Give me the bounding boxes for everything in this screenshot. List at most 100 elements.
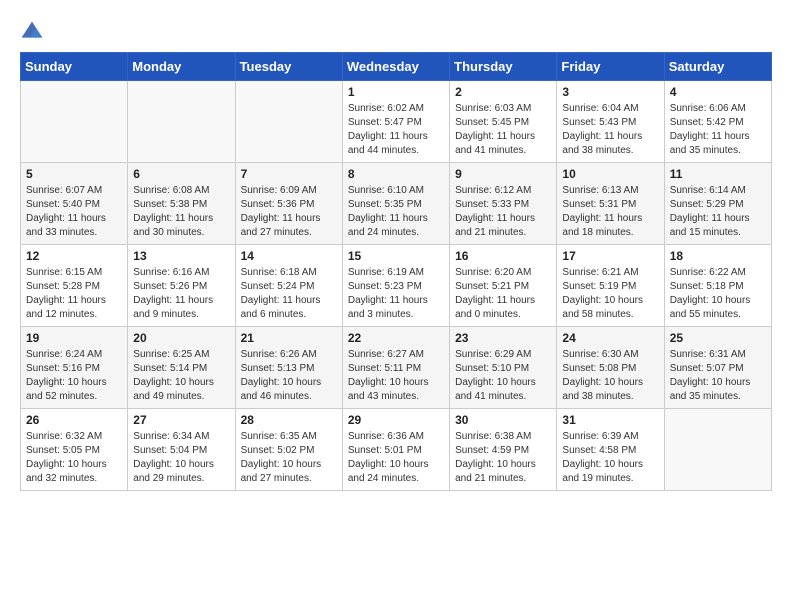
calendar-week-row: 26 Sunrise: 6:32 AM Sunset: 5:05 PM Dayli… [21, 409, 772, 491]
calendar-cell: 12 Sunrise: 6:15 AM Sunset: 5:28 PM Dayli… [21, 245, 128, 327]
day-info: Sunrise: 6:38 AM Sunset: 4:59 PM Dayligh… [455, 430, 551, 486]
weekday-header: Saturday [664, 53, 771, 81]
calendar-cell: 23Sunrise: 6:29 AM Sunset: 5:10 PM Dayli… [450, 327, 557, 409]
day-info: Sunrise: 6:39 AM Sunset: 4:58 PM Dayligh… [562, 430, 658, 486]
logo-icon [20, 20, 44, 44]
day-number: 20 [133, 331, 229, 345]
calendar-week-row: 5 Sunrise: 6:07 AM Sunset: 5:40 PM Daylig… [21, 163, 772, 245]
day-number: 29 [348, 413, 444, 427]
day-number: 19 [26, 331, 122, 345]
weekday-header: Thursday [450, 53, 557, 81]
calendar-cell [21, 81, 128, 163]
day-number: 4 [670, 85, 766, 99]
calendar-week-row: 1Sunrise: 6:02 AM Sunset: 5:47 PM Daylig… [21, 81, 772, 163]
calendar-cell: 20 Sunrise: 6:25 AM Sunset: 5:14 PM Dayli… [128, 327, 235, 409]
calendar-cell [664, 409, 771, 491]
day-number: 1 [348, 85, 444, 99]
calendar-cell: 10 Sunrise: 6:13 AM Sunset: 5:31 PM Dayli… [557, 163, 664, 245]
day-info: Sunrise: 6:26 AM Sunset: 5:13 PM Dayligh… [241, 348, 337, 404]
day-info: Sunrise: 6:22 AM Sunset: 5:18 PM Dayligh… [670, 266, 766, 322]
day-number: 31 [562, 413, 658, 427]
calendar-cell: 17 Sunrise: 6:21 AM Sunset: 5:19 PM Dayli… [557, 245, 664, 327]
calendar-cell: 6Sunrise: 6:08 AM Sunset: 5:38 PM Daylig… [128, 163, 235, 245]
day-number: 10 [562, 167, 658, 181]
calendar-header-row: SundayMondayTuesdayWednesdayThursdayFrid… [21, 53, 772, 81]
calendar-week-row: 19 Sunrise: 6:24 AM Sunset: 5:16 PM Dayli… [21, 327, 772, 409]
calendar-cell: 13 Sunrise: 6:16 AM Sunset: 5:26 PM Dayli… [128, 245, 235, 327]
calendar-cell: 31 Sunrise: 6:39 AM Sunset: 4:58 PM Dayli… [557, 409, 664, 491]
day-number: 14 [241, 249, 337, 263]
day-number: 18 [670, 249, 766, 263]
day-info: Sunrise: 6:27 AM Sunset: 5:11 PM Dayligh… [348, 348, 444, 404]
day-info: Sunrise: 6:32 AM Sunset: 5:05 PM Dayligh… [26, 430, 122, 486]
logo [20, 20, 48, 44]
weekday-header: Tuesday [235, 53, 342, 81]
day-number: 27 [133, 413, 229, 427]
day-info: Sunrise: 6:14 AM Sunset: 5:29 PM Dayligh… [670, 184, 766, 240]
day-info: Sunrise: 6:25 AM Sunset: 5:14 PM Dayligh… [133, 348, 229, 404]
calendar-cell: 4 Sunrise: 6:06 AM Sunset: 5:42 PM Daylig… [664, 81, 771, 163]
day-number: 8 [348, 167, 444, 181]
calendar-cell: 1Sunrise: 6:02 AM Sunset: 5:47 PM Daylig… [342, 81, 449, 163]
calendar-cell: 11 Sunrise: 6:14 AM Sunset: 5:29 PM Dayli… [664, 163, 771, 245]
day-number: 13 [133, 249, 229, 263]
calendar-cell: 7Sunrise: 6:09 AM Sunset: 5:36 PM Daylig… [235, 163, 342, 245]
weekday-header: Sunday [21, 53, 128, 81]
day-info: Sunrise: 6:31 AM Sunset: 5:07 PM Dayligh… [670, 348, 766, 404]
calendar-cell: 29 Sunrise: 6:36 AM Sunset: 5:01 PM Dayli… [342, 409, 449, 491]
day-info: Sunrise: 6:35 AM Sunset: 5:02 PM Dayligh… [241, 430, 337, 486]
day-number: 7 [241, 167, 337, 181]
calendar-cell [235, 81, 342, 163]
day-info: Sunrise: 6:07 AM Sunset: 5:40 PM Dayligh… [26, 184, 122, 240]
weekday-header: Friday [557, 53, 664, 81]
day-info: Sunrise: 6:24 AM Sunset: 5:16 PM Dayligh… [26, 348, 122, 404]
calendar-cell: 9 Sunrise: 6:12 AM Sunset: 5:33 PM Daylig… [450, 163, 557, 245]
day-info: Sunrise: 6:18 AM Sunset: 5:24 PM Dayligh… [241, 266, 337, 322]
calendar-cell: 24Sunrise: 6:30 AM Sunset: 5:08 PM Dayli… [557, 327, 664, 409]
day-number: 2 [455, 85, 551, 99]
calendar-cell: 22 Sunrise: 6:27 AM Sunset: 5:11 PM Dayli… [342, 327, 449, 409]
day-number: 21 [241, 331, 337, 345]
day-number: 30 [455, 413, 551, 427]
day-info: Sunrise: 6:19 AM Sunset: 5:23 PM Dayligh… [348, 266, 444, 322]
day-info: Sunrise: 6:15 AM Sunset: 5:28 PM Dayligh… [26, 266, 122, 322]
calendar-cell: 8Sunrise: 6:10 AM Sunset: 5:35 PM Daylig… [342, 163, 449, 245]
day-info: Sunrise: 6:13 AM Sunset: 5:31 PM Dayligh… [562, 184, 658, 240]
day-info: Sunrise: 6:16 AM Sunset: 5:26 PM Dayligh… [133, 266, 229, 322]
day-number: 5 [26, 167, 122, 181]
day-number: 23 [455, 331, 551, 345]
calendar-cell: 25Sunrise: 6:31 AM Sunset: 5:07 PM Dayli… [664, 327, 771, 409]
day-info: Sunrise: 6:21 AM Sunset: 5:19 PM Dayligh… [562, 266, 658, 322]
calendar-cell [128, 81, 235, 163]
day-info: Sunrise: 6:03 AM Sunset: 5:45 PM Dayligh… [455, 102, 551, 158]
day-info: Sunrise: 6:06 AM Sunset: 5:42 PM Dayligh… [670, 102, 766, 158]
day-info: Sunrise: 6:08 AM Sunset: 5:38 PM Dayligh… [133, 184, 229, 240]
header [20, 20, 772, 44]
calendar-cell: 2 Sunrise: 6:03 AM Sunset: 5:45 PM Daylig… [450, 81, 557, 163]
day-info: Sunrise: 6:12 AM Sunset: 5:33 PM Dayligh… [455, 184, 551, 240]
day-number: 11 [670, 167, 766, 181]
calendar-cell: 3 Sunrise: 6:04 AM Sunset: 5:43 PM Daylig… [557, 81, 664, 163]
day-number: 15 [348, 249, 444, 263]
calendar-cell: 14 Sunrise: 6:18 AM Sunset: 5:24 PM Dayli… [235, 245, 342, 327]
weekday-header: Monday [128, 53, 235, 81]
day-info: Sunrise: 6:20 AM Sunset: 5:21 PM Dayligh… [455, 266, 551, 322]
day-number: 22 [348, 331, 444, 345]
calendar-cell: 21 Sunrise: 6:26 AM Sunset: 5:13 PM Dayli… [235, 327, 342, 409]
day-number: 9 [455, 167, 551, 181]
day-number: 17 [562, 249, 658, 263]
calendar-cell: 5 Sunrise: 6:07 AM Sunset: 5:40 PM Daylig… [21, 163, 128, 245]
calendar-cell: 30 Sunrise: 6:38 AM Sunset: 4:59 PM Dayli… [450, 409, 557, 491]
day-number: 16 [455, 249, 551, 263]
day-number: 3 [562, 85, 658, 99]
calendar-cell: 19 Sunrise: 6:24 AM Sunset: 5:16 PM Dayli… [21, 327, 128, 409]
day-info: Sunrise: 6:36 AM Sunset: 5:01 PM Dayligh… [348, 430, 444, 486]
calendar-cell: 26 Sunrise: 6:32 AM Sunset: 5:05 PM Dayli… [21, 409, 128, 491]
day-info: Sunrise: 6:34 AM Sunset: 5:04 PM Dayligh… [133, 430, 229, 486]
day-info: Sunrise: 6:04 AM Sunset: 5:43 PM Dayligh… [562, 102, 658, 158]
calendar-cell: 28Sunrise: 6:35 AM Sunset: 5:02 PM Dayli… [235, 409, 342, 491]
calendar-cell: 27 Sunrise: 6:34 AM Sunset: 5:04 PM Dayli… [128, 409, 235, 491]
calendar-table: SundayMondayTuesdayWednesdayThursdayFrid… [20, 52, 772, 491]
day-number: 26 [26, 413, 122, 427]
day-number: 12 [26, 249, 122, 263]
